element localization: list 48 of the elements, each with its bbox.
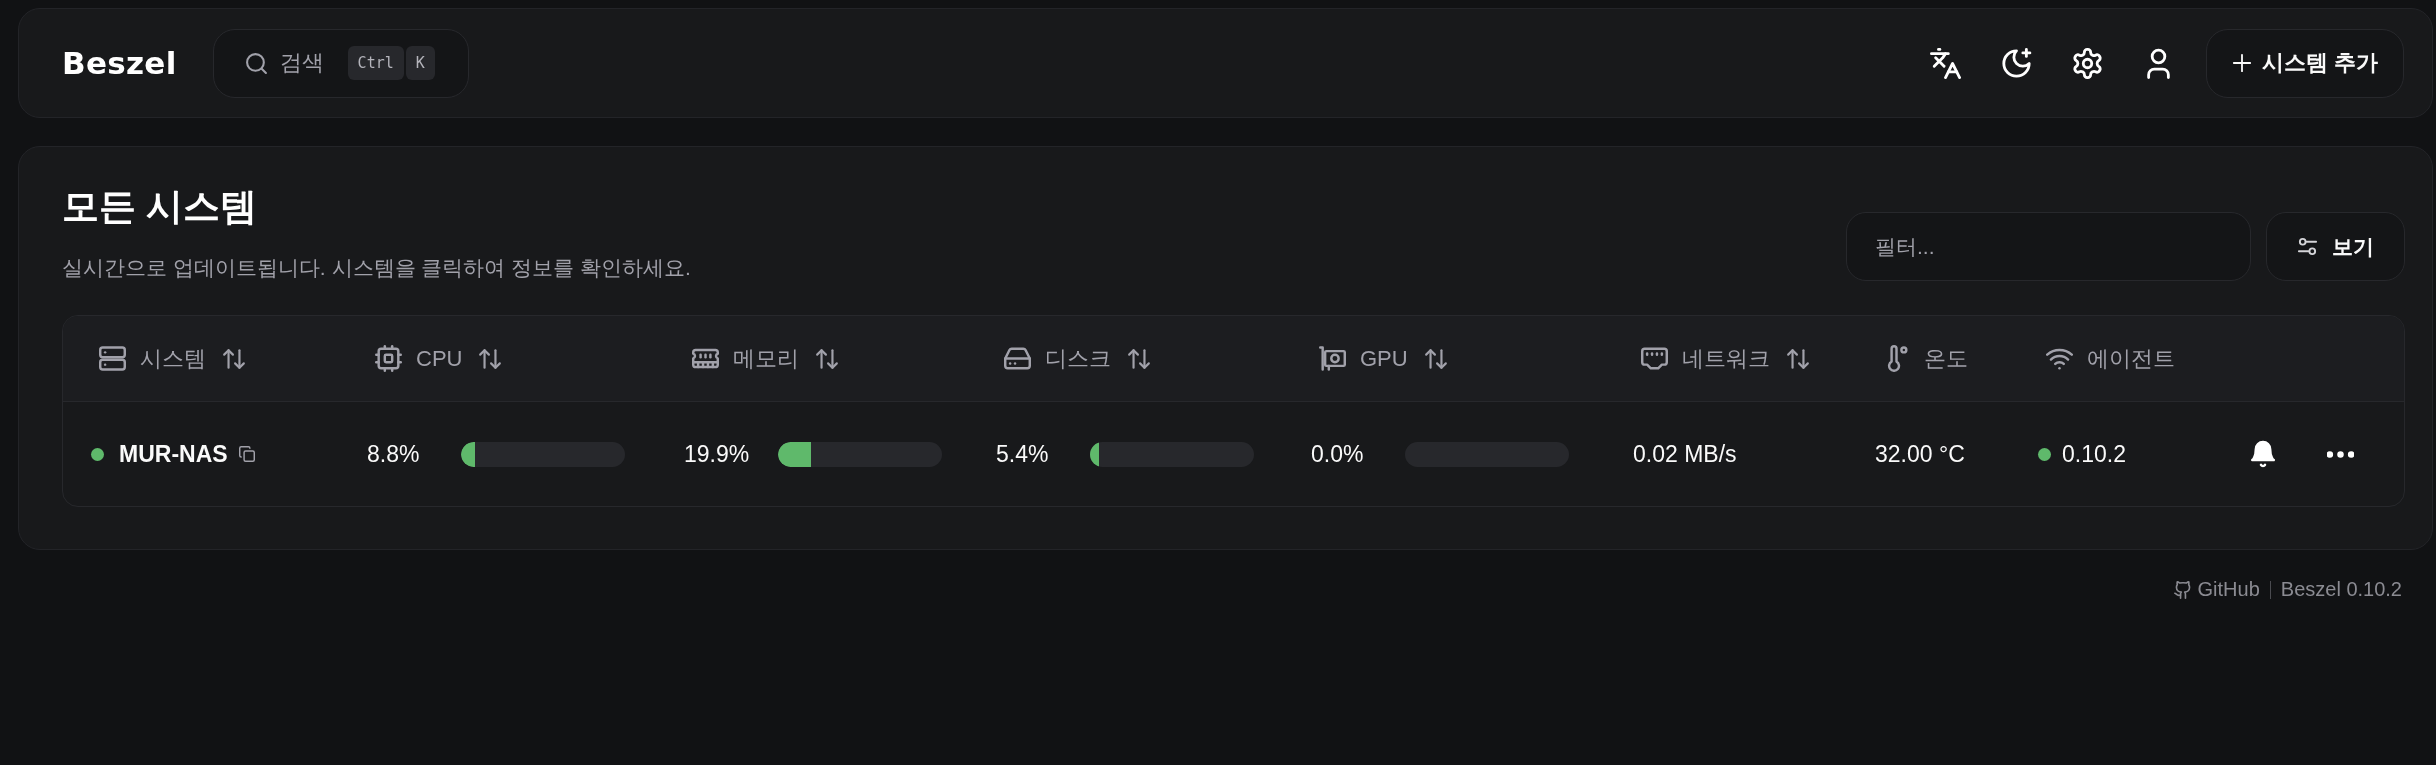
column-header[interactable]: 디스크 (1004, 343, 1151, 374)
copy-icon[interactable] (238, 446, 255, 462)
add-system-button[interactable]: 시스템 추가 (2206, 28, 2404, 98)
sort-arrows-icon (222, 346, 246, 371)
graphics-card-icon (1319, 345, 1346, 372)
version-text: Beszel 0.10.2 (2280, 578, 2402, 601)
column-header: 온도 (1883, 343, 1968, 374)
moon-star-icon[interactable] (2001, 47, 2032, 79)
filter-field[interactable]: 필터... (1846, 212, 2251, 281)
server-icon (99, 345, 126, 372)
settings-icon[interactable] (2072, 47, 2103, 79)
column-header[interactable]: 네트워크 (1641, 343, 1810, 374)
usage-reading: 5.4% (996, 440, 1050, 468)
usage-reading: 8.8% (367, 440, 421, 468)
column-header[interactable]: CPU (375, 345, 503, 372)
shortcut-key: Ctrl (347, 46, 404, 80)
usage-reading: 0.0% (1311, 440, 1365, 468)
translate-icon[interactable] (1930, 47, 1961, 79)
bell-icon[interactable] (2251, 440, 2275, 468)
more-options-icon[interactable] (2327, 449, 2354, 459)
cpu-icon (375, 345, 402, 372)
column-header[interactable]: 메모리 (692, 343, 839, 374)
search-button[interactable]: 검색 Ctrl K (212, 28, 469, 98)
column-header: 에이전트 (2046, 343, 2175, 374)
logo[interactable]: Beszel (62, 45, 177, 81)
sliders-icon (2297, 236, 2318, 257)
system-name[interactable]: MUR-NAS (119, 440, 228, 468)
view-button[interactable]: 보기 (2266, 212, 2405, 281)
ethernet-port-icon (1641, 345, 1668, 372)
agent-version: 0.10.2 (2062, 440, 2126, 468)
sort-arrows-icon (1127, 346, 1151, 371)
sort-arrows-icon (478, 346, 503, 371)
hard-drive-icon (1004, 345, 1031, 372)
github-link[interactable]: GitHub (2173, 578, 2260, 601)
column-header[interactable]: GPU (1319, 345, 1448, 372)
sort-arrows-icon (815, 346, 839, 371)
page-subtitle: 실시간으로 업데이트됩니다. 시스템을 클릭하여 정보를 확인하세요. (62, 255, 691, 281)
usage-reading: 19.9% (684, 440, 751, 468)
sort-arrows-icon (1786, 346, 1810, 371)
search-icon (244, 51, 268, 75)
network-reading: 0.02 MB/s (1633, 440, 1738, 468)
column-header[interactable]: 시스템 (99, 343, 246, 374)
sort-arrows-icon (1423, 346, 1448, 371)
github-icon (2173, 580, 2192, 599)
temperature-reading: 32.00 °C (1875, 440, 1966, 468)
page-title: 모든 시스템 (62, 185, 258, 229)
plus-icon (2231, 53, 2252, 73)
shortcut-key: K (405, 46, 435, 80)
